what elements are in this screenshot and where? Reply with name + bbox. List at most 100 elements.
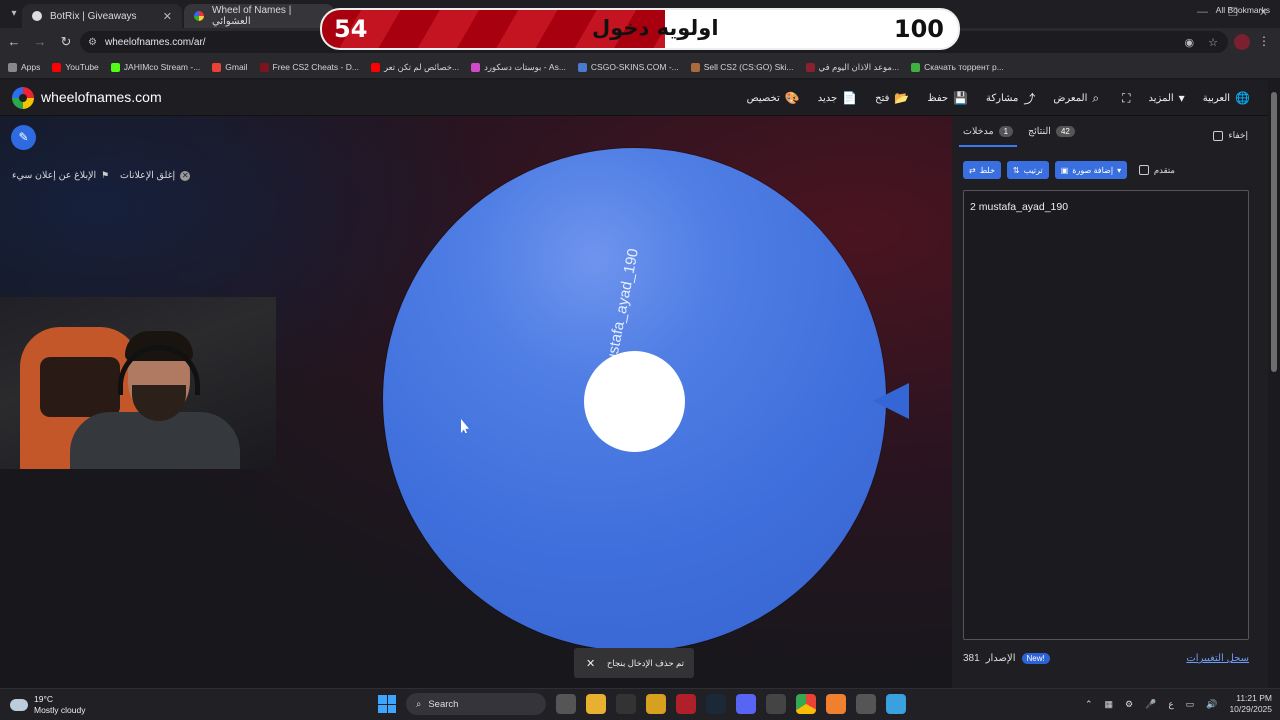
bookmark-favicon-icon [52,62,62,72]
eye-off-icon[interactable]: ◉ [1185,36,1195,49]
g-app-icon[interactable] [616,694,636,714]
bookmark-favicon-icon [911,62,921,72]
entries-toolbar: ⇄ خلط ⇅ ترتيب ▣ إضافة صورة ▾ متقدم [963,160,1255,180]
report-ad-link[interactable]: الإبلاغ عن إعلان سيء ⚑ [12,170,109,181]
page-scrollbar[interactable] [1268,80,1280,688]
menu-item-globe[interactable]: العربية 🌐 [1203,91,1250,105]
add-image-button[interactable]: ▣ إضافة صورة ▾ [1054,161,1128,179]
menu-item-palette[interactable]: تخصيص 🎨 [747,91,800,105]
minimize-icon[interactable]: — [1197,6,1208,18]
bookmark-favicon-icon [577,62,587,72]
close-ads-link[interactable]: إغلق الإعلانات ✕ [120,170,191,181]
menu-item-label: تخصيص [746,92,780,104]
tray-chevron-icon[interactable]: ⌃ [1085,699,1093,710]
microphone-icon[interactable]: 🎤 [1145,699,1156,710]
weather-widget[interactable]: 19°C Mostly cloudy [10,694,86,716]
shuffle-label: خلط [979,165,995,175]
notepad-icon[interactable] [886,694,906,714]
tab-search-icon[interactable]: ▾ [6,6,22,22]
menu-item-save[interactable]: حفظ 💾 [927,91,968,105]
close-tab-icon[interactable]: ✕ [163,10,172,23]
chrome-icon[interactable] [796,694,816,714]
menu-item-label: جديد [817,92,838,104]
sync-app-icon[interactable] [766,694,786,714]
bookmark-item[interactable]: خصائص لم تكن تعر... [370,61,460,73]
menu-item-label: العربية [1202,92,1231,104]
bookmark-item[interactable]: Sell CS2 (CS:GO) Ski... [690,62,794,72]
all-bookmarks-link[interactable]: All Bookmarks [1216,5,1270,15]
menu-item-search[interactable]: المعرض ⌕ [1053,91,1099,106]
menu-item-fullscreen[interactable]: ⛶ [1117,91,1130,106]
bookmark-favicon-icon [110,62,120,72]
settings-icon[interactable]: ⚙ [1125,699,1133,710]
menu-item-new-file[interactable]: جديد 📄 [818,91,857,105]
report-ad-label: الإبلاغ عن إعلان سيء [12,170,97,181]
site-info-icon[interactable]: ⚙ [88,37,97,48]
taskbar-search[interactable]: ⌕ Search [406,693,546,715]
tab-results[interactable]: النتائج 42 [1028,126,1075,137]
profile-avatar[interactable] [1234,34,1250,50]
browser-tab-wheel[interactable]: Wheel of Names | العشوائي [184,4,334,28]
browser-menu-icon[interactable]: ⋮ [1258,34,1270,48]
menu-item-chevron-down[interactable]: المزيد ▾ [1149,91,1185,105]
hide-toggle[interactable]: إخفاء [1213,130,1248,141]
volume-icon[interactable]: 🔊 [1206,699,1217,710]
advanced-toggle[interactable]: متقدم [1138,165,1175,176]
hide-checkbox[interactable] [1213,130,1224,141]
back-icon[interactable]: ← [2,30,26,54]
edit-pencil-icon[interactable]: ✎ [11,125,36,150]
file-explorer-icon[interactable] [586,694,606,714]
sort-button[interactable]: ⇅ ترتيب [1006,161,1049,179]
changelog-link[interactable]: سجل التغييرات [1186,653,1249,664]
browser-tab-botrix[interactable]: BotRix | Giveaways ✕ [22,4,182,28]
language-indicator[interactable]: ع [1168,699,1173,710]
results-count-badge: 42 [1055,126,1075,137]
display-icon[interactable]: ▭ [1186,699,1195,710]
shuffle-button[interactable]: ⇄ خلط [963,161,1001,179]
toast-close-icon[interactable]: ✕ [586,657,595,670]
bookmark-item[interactable]: JAHIMco Stream -... [110,62,200,72]
advanced-checkbox[interactable] [1138,165,1149,175]
version-label: الإصدار [985,653,1016,664]
bookmark-item[interactable]: Free CS2 Cheats - D... [259,62,359,72]
tray-app-icon[interactable]: ▦ [1105,699,1114,710]
steam-icon[interactable] [706,694,726,714]
wheel-logo-icon[interactable] [12,87,34,109]
vlc-icon[interactable] [826,694,846,714]
valorant-icon[interactable] [676,694,696,714]
bookmark-star-icon[interactable]: ☆ [1208,36,1218,49]
scrollbar-thumb[interactable] [1271,92,1277,372]
taskbar-apps: ⌕ Search [378,693,906,715]
search-icon: ⌕ [1092,90,1100,105]
version-info: 381 الإصدار New! [963,653,1050,664]
obs-icon[interactable] [856,694,876,714]
name-wheel[interactable]: 2 mustafa_ayad_190 [383,148,886,651]
app-icon[interactable] [646,694,666,714]
task-view-icon[interactable] [556,694,576,714]
bookmark-label: خصائص لم تكن تعر... [383,61,460,72]
bookmark-item[interactable]: CSGO-SKINS.COM -... [577,62,679,72]
weather-condition: Mostly cloudy [34,705,86,715]
bookmark-item[interactable]: Скачать торрент р... [911,62,1004,72]
flag-icon: ⚑ [101,170,110,180]
fullscreen-icon: ⛶ [1122,90,1131,105]
menu-item-folder[interactable]: فتح 📂 [875,91,909,105]
windows-start-icon[interactable] [378,695,396,713]
wheel-hub[interactable] [584,351,685,452]
tab-label: النتائج [1028,126,1051,137]
discord-icon[interactable] [736,694,756,714]
bookmark-item[interactable]: بوستات دسكورد - As... [471,62,566,73]
bookmark-item[interactable]: Apps [8,62,40,72]
tab-entries[interactable]: مدخلات 1 [958,126,1018,147]
bookmark-item[interactable]: YouTube [52,62,99,72]
bookmark-item[interactable]: موعد الاذان اليوم في... [805,62,899,73]
forward-icon[interactable]: → [28,30,52,54]
reload-icon[interactable]: ↻ [54,30,78,54]
palette-icon: 🎨 [784,91,800,105]
hide-label: إخفاء [1228,130,1248,140]
taskbar-clock[interactable]: 11:21 PM 10/29/2025 [1229,693,1272,715]
entries-textarea[interactable]: 2 mustafa_ayad_190 [963,190,1249,640]
bookmark-item[interactable]: Gmail [212,62,248,72]
site-title[interactable]: wheelofnames.com [41,89,162,105]
menu-item-share[interactable]: مشاركة ⤴ [986,90,1035,107]
